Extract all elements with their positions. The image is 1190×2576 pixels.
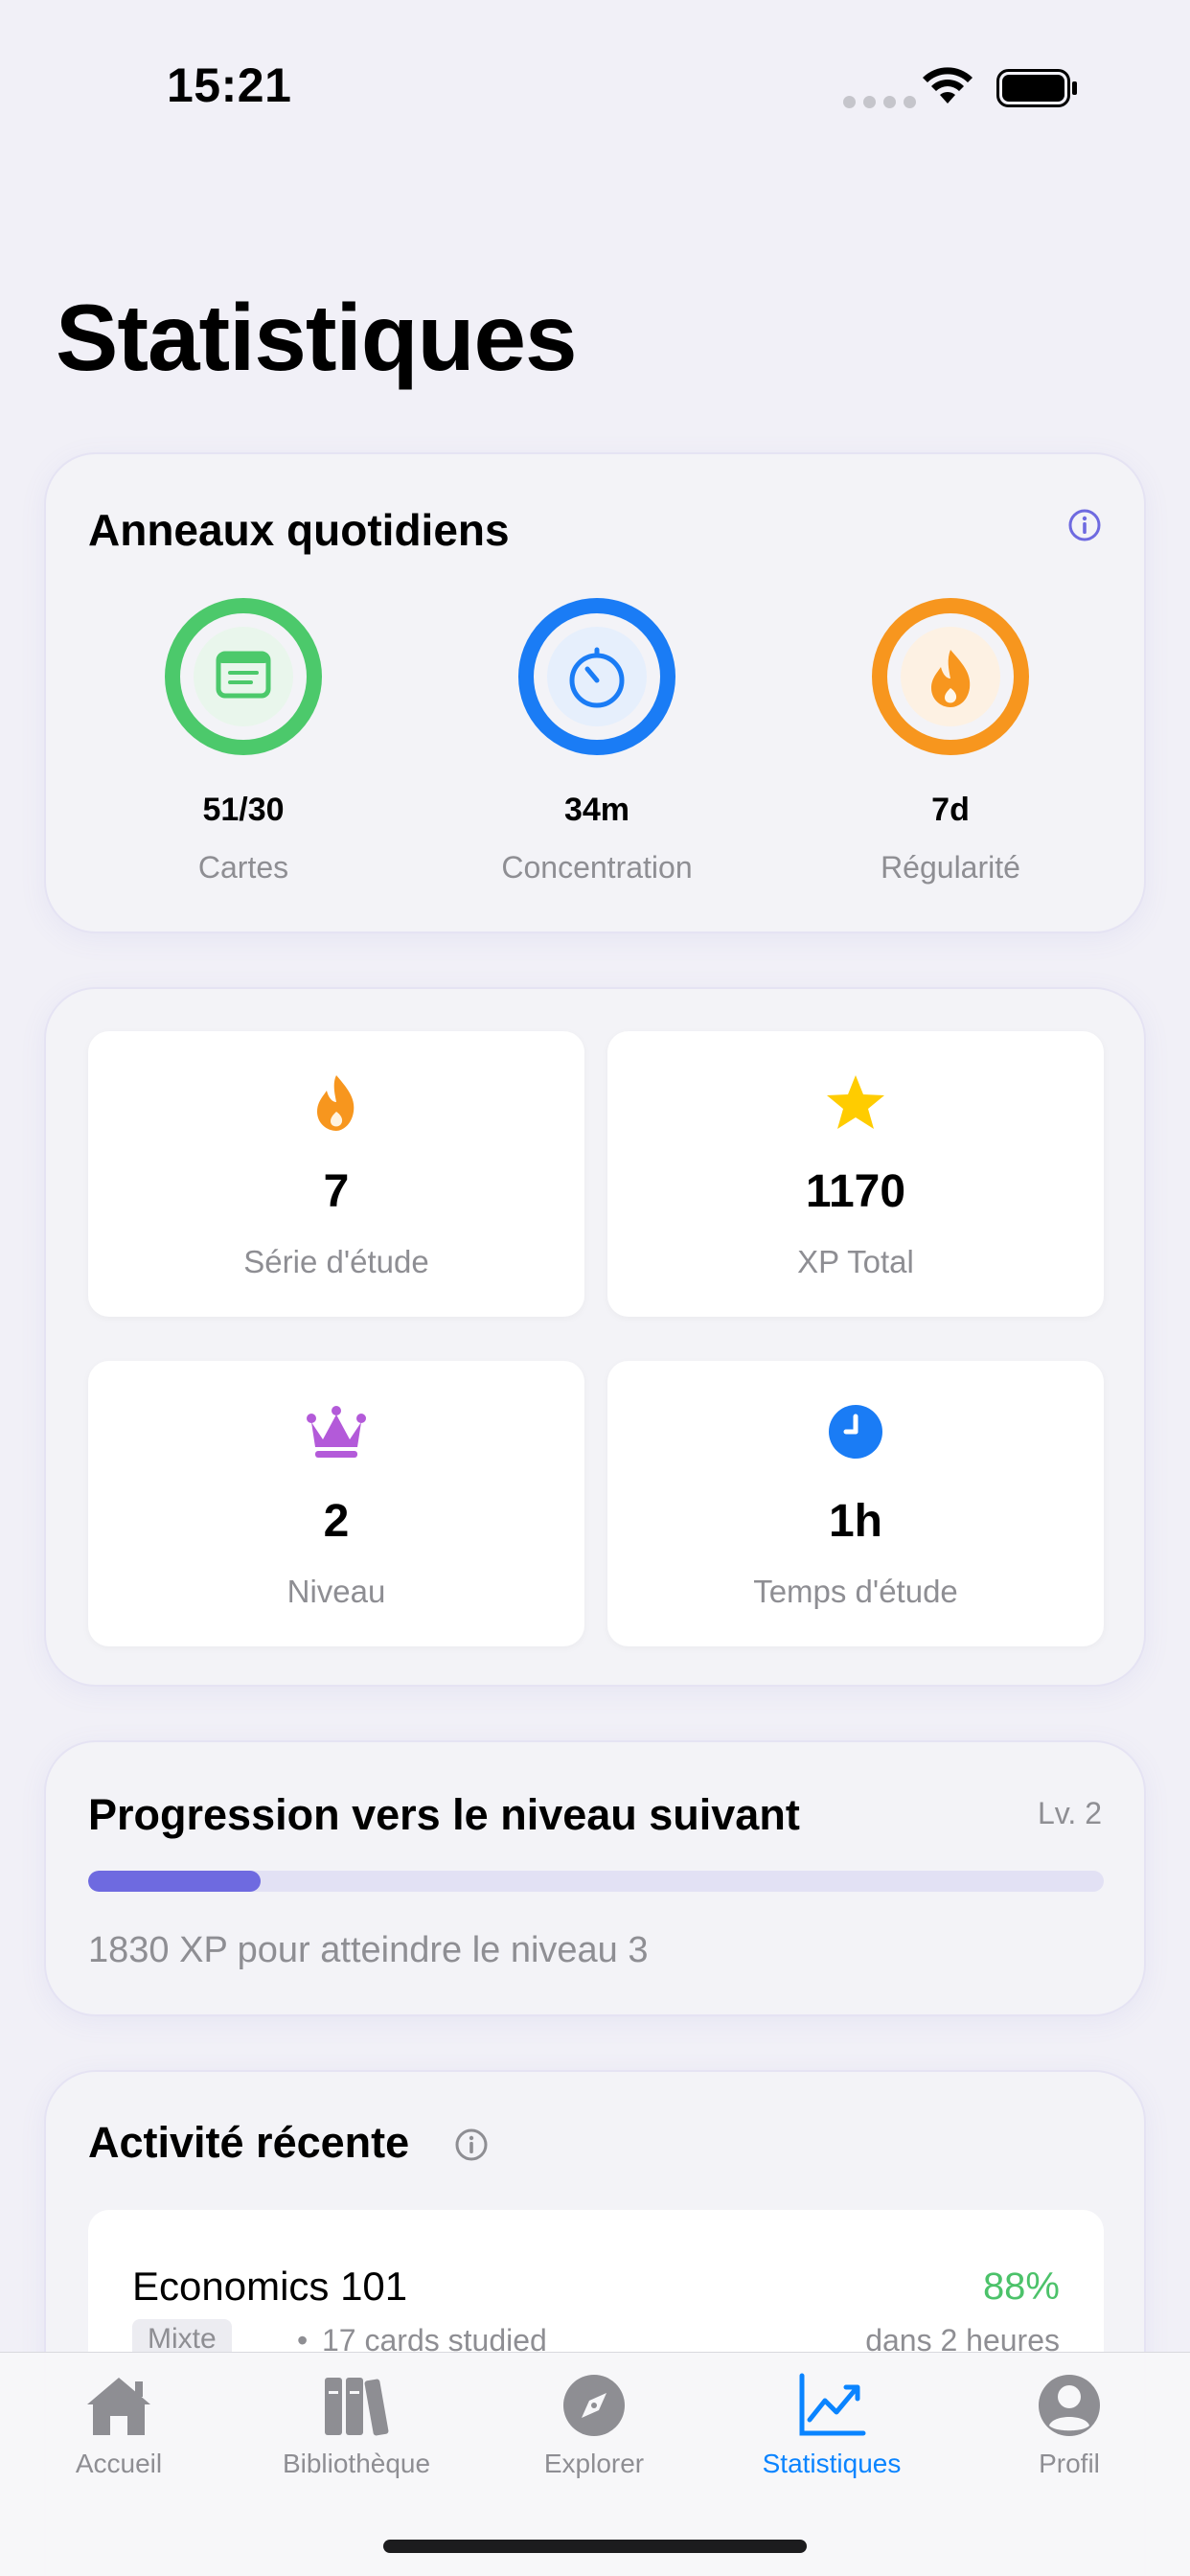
stat-study-time-value: 1h — [828, 1496, 882, 1547]
status-bar: 15:21 — [0, 0, 1190, 153]
level-progress-card: Progression vers le niveau suivant Lv. 2… — [44, 1740, 1146, 2016]
tab-explorer[interactable]: Explorer — [475, 2372, 713, 2479]
flame-icon — [317, 1075, 355, 1131]
stat-xp-value: 1170 — [805, 1166, 906, 1217]
status-time: 15:21 — [167, 58, 292, 112]
activity-title: Activité récente — [88, 2118, 410, 2167]
progress-title: Progression vers le niveau suivant — [88, 1790, 800, 1839]
books-icon — [325, 2378, 389, 2436]
regularity-ring — [872, 598, 1029, 755]
tab-accueil-label: Accueil — [75, 2449, 163, 2478]
cellular-signal-icon — [843, 96, 916, 108]
activity-score: 88% — [982, 2266, 1060, 2308]
ring-regularity[interactable]: 7d Régularité — [797, 596, 1104, 886]
ring-cards-label: Cartes — [197, 850, 289, 885]
clock-icon — [829, 1405, 882, 1459]
tab-explorer-label: Explorer — [543, 2449, 645, 2478]
stat-streak-value: 7 — [323, 1166, 350, 1217]
stat-xp-label: XP Total — [797, 1244, 914, 1279]
ring-regularity-value: 7d — [931, 792, 970, 828]
compass-icon — [563, 2375, 625, 2436]
cards-ring — [165, 598, 322, 755]
stat-level-label: Niveau — [286, 1574, 386, 1609]
tab-profil[interactable]: Profil — [950, 2372, 1188, 2479]
ring-cards-value: 51/30 — [202, 792, 285, 828]
battery-icon — [996, 69, 1077, 107]
tab-accueil[interactable]: Accueil — [0, 2372, 238, 2479]
stat-study-time-label: Temps d'étude — [753, 1574, 958, 1609]
ring-cards[interactable]: 51/30 Cartes — [90, 596, 397, 886]
level-progress-fill — [88, 1871, 262, 1892]
tab-statistiques[interactable]: Statistiques — [713, 2372, 950, 2479]
daily-rings-card: Anneaux quotidiens 51/30 Cartes 34m Conc… — [44, 452, 1146, 933]
level-badge: Lv. 2 — [1038, 1796, 1102, 1830]
info-icon[interactable] — [1067, 508, 1102, 542]
tab-statistiques-label: Statistiques — [762, 2449, 902, 2478]
stats-grid-card: 7 Série d'étude 1170 XP Total 2 Niveau 1… — [44, 987, 1146, 1687]
stat-tile-streak[interactable]: 7 Série d'étude — [88, 1031, 584, 1317]
tab-bibliotheque-label: Bibliothèque — [282, 2449, 431, 2478]
level-progress-bar — [88, 1871, 1104, 1892]
focus-ring — [518, 598, 675, 755]
rings-title: Anneaux quotidiens — [88, 505, 510, 555]
progress-caption: 1830 XP pour atteindre le niveau 3 — [88, 1930, 649, 1970]
tab-profil-label: Profil — [1039, 2449, 1100, 2478]
stat-tile-level[interactable]: 2 Niveau — [88, 1361, 584, 1646]
ring-focus-value: 34m — [563, 792, 630, 828]
ring-focus-label: Concentration — [501, 850, 693, 885]
wifi-icon — [923, 67, 973, 104]
tab-bibliotheque[interactable]: Bibliothèque — [238, 2372, 475, 2479]
info-icon[interactable] — [454, 2128, 489, 2162]
stat-level-value: 2 — [323, 1496, 350, 1547]
chart-icon — [799, 2373, 866, 2436]
stat-streak-label: Série d'étude — [243, 1244, 429, 1279]
crown-icon — [307, 1406, 366, 1458]
house-icon — [87, 2378, 150, 2435]
person-icon — [1039, 2375, 1100, 2436]
star-icon — [827, 1075, 884, 1129]
stat-tile-xp[interactable]: 1170 XP Total — [607, 1031, 1104, 1317]
home-indicator — [383, 2540, 807, 2553]
page-title: Statistiques — [56, 285, 577, 390]
activity-deck-name: Economics 101 — [132, 2264, 408, 2309]
stat-tile-study-time[interactable]: 1h Temps d'étude — [607, 1361, 1104, 1646]
ring-regularity-label: Régularité — [881, 850, 1020, 885]
ring-focus[interactable]: 34m Concentration — [444, 596, 750, 886]
